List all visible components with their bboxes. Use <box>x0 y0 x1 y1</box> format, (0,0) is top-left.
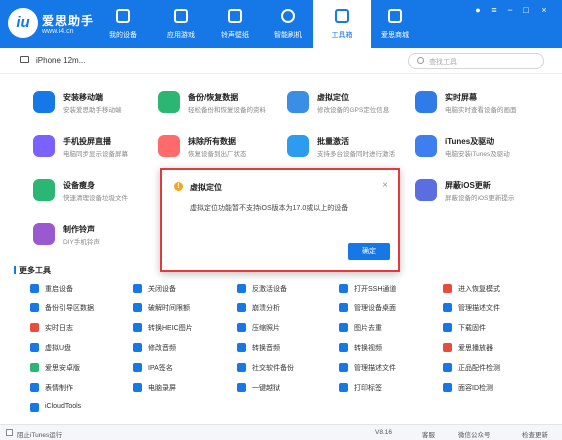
dialog-close-icon[interactable]: × <box>382 180 388 191</box>
dialog-overlay: ! 虚拟定位 × 虚拟定位功能暂不支持iOS版本为17.0或以上的设备 确定 <box>0 0 562 440</box>
dialog-message: 虚拟定位功能暂不支持iOS版本为17.0或以上的设备 <box>190 205 349 212</box>
confirm-button[interactable]: 确定 <box>348 243 390 260</box>
warning-icon: ! <box>174 182 183 191</box>
virtual-location-dialog: ! 虚拟定位 × 虚拟定位功能暂不支持iOS版本为17.0或以上的设备 确定 <box>160 168 400 272</box>
dialog-title: 虚拟定位 <box>190 183 222 192</box>
